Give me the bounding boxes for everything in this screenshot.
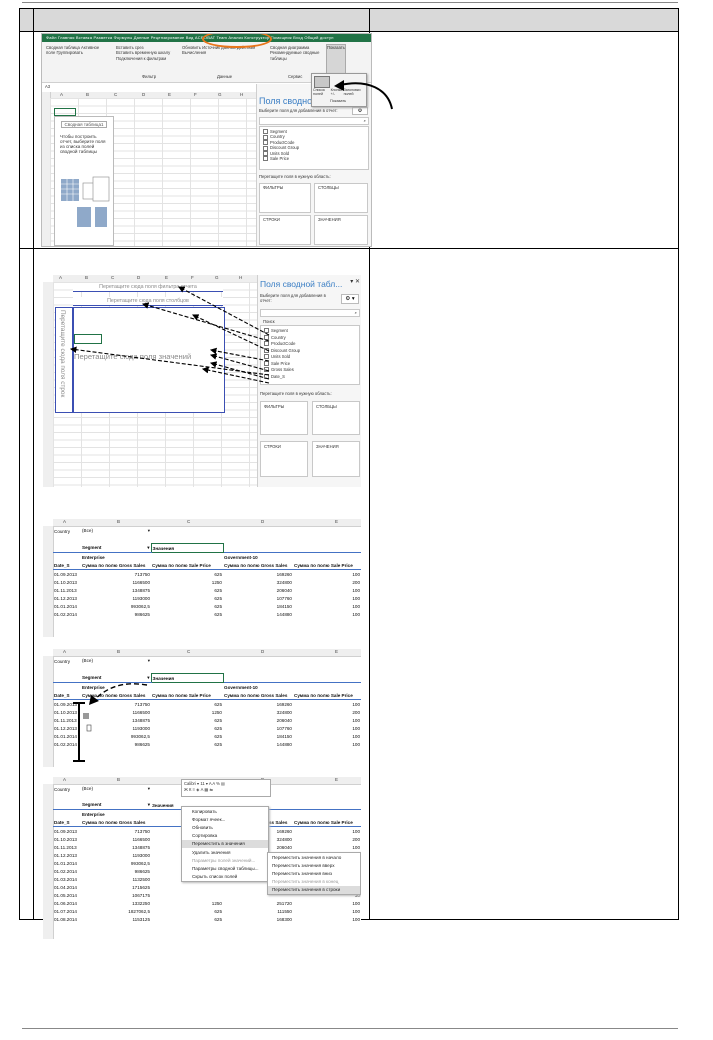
insert-timeline-button[interactable]: Вставить временную шкалу <box>116 50 178 55</box>
drag-arrow-annotation <box>73 683 148 762</box>
placeholder-title: Сводная таблица1 <box>61 121 107 128</box>
menu-refresh[interactable]: Обновить <box>182 823 268 831</box>
placeholder-text: Чтобы построить отчет, выберите поля из … <box>60 134 106 154</box>
pivot-table-button[interactable]: Сводная таблица <box>46 45 80 50</box>
drag-arrows <box>69 286 270 384</box>
submenu-move-down[interactable]: Переместить значения вниз <box>268 869 360 877</box>
filters-area[interactable]: ФИЛЬТРЫ <box>259 183 311 213</box>
excel-screenshot-1: Файл Главная Вставка Разметка Формулы Да… <box>41 33 372 247</box>
segment-header[interactable]: Segment ▾ <box>81 543 151 553</box>
table-row: 01.11.2013 1348875 625 206040 100 <box>54 587 360 593</box>
context-menu: Копировать Формат ячеек... Обновить Сорт… <box>181 806 269 882</box>
group-label-filter: Фильтр <box>142 74 157 79</box>
table-row: 01.08.2014 1153125 625 168300 100 <box>54 916 360 922</box>
menu-pivot-options[interactable]: Параметры сводной таблицы... <box>182 864 268 872</box>
menu-sort[interactable]: Сортировка <box>182 832 268 840</box>
submenu-move-first[interactable]: Переместить значения в начало <box>268 853 360 861</box>
menu-delete-values[interactable]: Удалить значения <box>182 848 268 856</box>
field-item[interactable]: Sale Price <box>263 156 365 162</box>
pivot-table: Country (Все) ▾ Segment ▾ Значения Enterpri… <box>53 527 361 617</box>
pivot-screenshot-3: A B C D E Country (Все) ▾ Segment ▾ Значени… <box>43 519 361 637</box>
excel-screenshot-2: A B C D E F G H Перетащите сюда поля фил… <box>43 275 361 487</box>
table-row: 01.06.2014 1332250 1250 251720 100 <box>54 900 360 906</box>
footer-rule <box>22 1028 678 1029</box>
table-row: 01.12.2013 1193000 625 107760 100 <box>54 595 360 601</box>
table-row: 01.07.2014 1827062,5 625 111550 100 <box>54 908 360 914</box>
mini-toolbar: Calibri ▾ 11 ▾ A A % ▤ Ж К ≡ ◈ A ▦ ⇆ <box>181 779 271 797</box>
submenu-move-to-rows[interactable]: Переместить значения в строки <box>268 885 360 894</box>
table-row: 01.02.2014 986625 625 144880 100 <box>54 611 360 617</box>
arrow-annotation <box>334 80 393 110</box>
columns-area[interactable]: СТОЛБЦЫ <box>314 183 368 213</box>
active-cell[interactable] <box>54 108 76 116</box>
search-input[interactable]: Поиск ⌕ <box>259 117 369 132</box>
rows-area[interactable]: СТРОКИ <box>259 215 311 245</box>
size-select[interactable]: 11 <box>200 781 204 786</box>
pivot-screenshot-5: A B D E Country(Все) ▾ Segment▾Значения … <box>43 777 361 939</box>
context-submenu: Переместить значения в начало Переместит… <box>267 852 361 895</box>
table-row: 01.01.2014 993062,5 625 184150 100 <box>54 603 360 609</box>
drag-prompt: Перетащите поля в нужную область: <box>259 174 331 179</box>
submenu-move-last[interactable]: Переместить значения в конец <box>268 878 360 886</box>
pivot-placeholder: Сводная таблица1 Чтобы построить отчет, … <box>54 116 114 246</box>
filter-label: Country <box>54 528 71 534</box>
table-row: 01.09.2013 713750 625 169260 100 <box>54 571 360 577</box>
table-header-row <box>19 8 679 32</box>
format-buttons[interactable]: Ж К ≡ ◈ A ▦ ⇆ <box>182 787 270 792</box>
menu-format-cells[interactable]: Формат ячеек... <box>182 815 268 823</box>
values-header[interactable]: Значения <box>150 543 224 553</box>
group-label-tools: Сервис <box>288 74 303 79</box>
pivot-illustration-icon <box>61 176 110 227</box>
field-list: Segment Country ProductCode Discount Gro… <box>259 126 369 170</box>
menu-copy[interactable]: Копировать <box>182 807 268 815</box>
refresh-button[interactable]: Обновить <box>182 45 201 50</box>
filter-dropdown[interactable]: (Все) ▾ <box>81 527 151 535</box>
submenu-move-up[interactable]: Переместить значения вверх <box>268 861 360 869</box>
values-area[interactable]: ЗНАЧЕНИЯ <box>314 215 368 245</box>
menu-hide-field-list[interactable]: Скрыть список полей <box>182 873 268 881</box>
header-rule <box>22 2 678 3</box>
group-label-data: Данные <box>217 74 233 79</box>
filter-dropdown[interactable]: (Все) ▾ <box>81 785 151 793</box>
menu-value-field-settings[interactable]: Параметры полей значений... <box>182 856 268 864</box>
calculations-button[interactable]: Вычисления <box>182 50 206 55</box>
dropdown-arrow-icon[interactable]: ▾ <box>148 528 150 534</box>
group-button[interactable]: Группировать <box>56 50 82 55</box>
table-row: 01.10.2013 1166500 1250 324800 200 <box>54 579 360 585</box>
column-headers: A B C D E <box>53 519 361 527</box>
cell-reference[interactable]: A3 <box>42 84 50 89</box>
menu-move-values[interactable]: Переместить в значения <box>182 839 268 848</box>
font-select[interactable]: Calibri <box>184 781 196 786</box>
pivot-chart-button[interactable]: Сводная диаграмма <box>270 45 309 50</box>
recommended-pivots-button[interactable]: Рекомендуемые сводные таблицы <box>270 50 319 60</box>
pivot-screenshot-4: A B C D E Country (Все) ▾ Segment ▾ Значени… <box>43 649 361 767</box>
search-icon: ⌕ <box>363 118 366 123</box>
filter-connections-button[interactable]: Подключения к фильтрам <box>116 56 178 61</box>
